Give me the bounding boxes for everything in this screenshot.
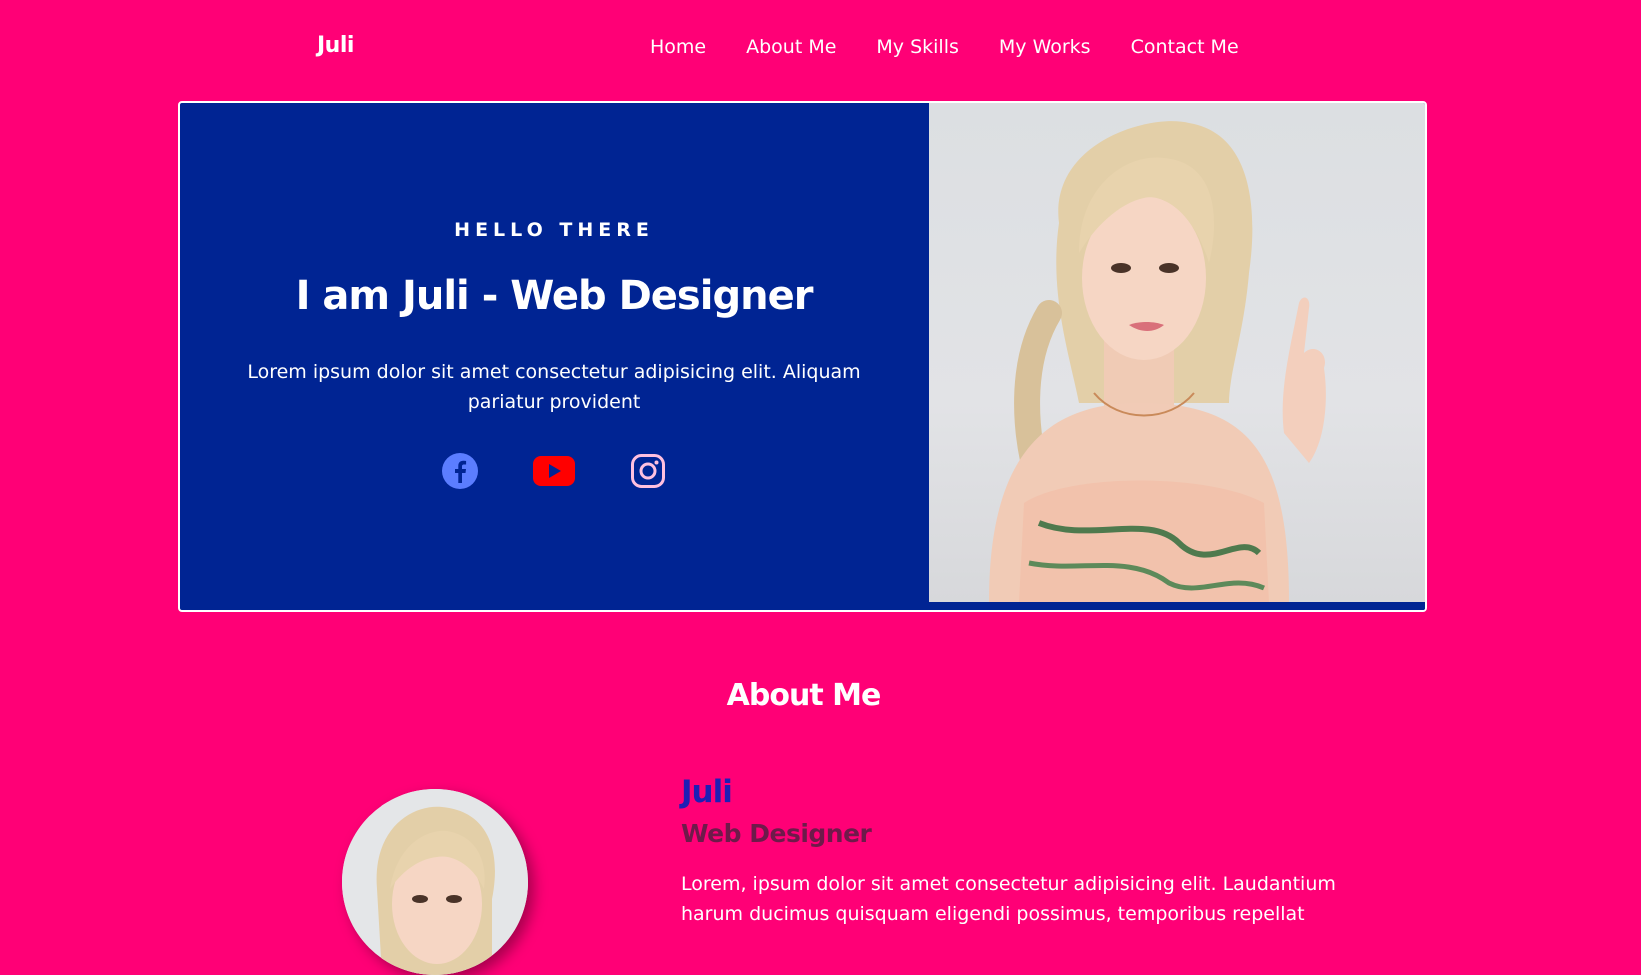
- hero-title: I am Juli - Web Designer: [295, 273, 814, 319]
- hero-intro: HELLO THERE I am Juli - Web Designer Lor…: [180, 103, 928, 610]
- nav-link-about[interactable]: About Me: [746, 36, 836, 58]
- nav-link-skills[interactable]: My Skills: [876, 36, 958, 58]
- site-logo[interactable]: Juli: [317, 33, 354, 58]
- hero-portrait-photo: [929, 103, 1425, 602]
- facebook-icon[interactable]: [438, 449, 482, 493]
- main-nav: Home About Me My Skills My Works Contact…: [650, 36, 1279, 58]
- about-role: Web Designer: [681, 819, 872, 848]
- youtube-icon[interactable]: [532, 449, 576, 493]
- nav-link-home[interactable]: Home: [650, 36, 706, 58]
- instagram-icon[interactable]: [626, 449, 670, 493]
- hero-description: Lorem ipsum dolor sit amet consectetur a…: [247, 361, 861, 413]
- about-avatar: [342, 789, 528, 975]
- nav-link-works[interactable]: My Works: [999, 36, 1091, 58]
- about-name: Juli: [681, 774, 733, 810]
- social-links: [180, 449, 928, 493]
- hero-eyebrow: HELLO THERE: [454, 219, 654, 241]
- hero-photo-accent-bar: [929, 602, 1425, 610]
- about-description: Lorem, ipsum dolor sit amet consectetur …: [681, 873, 1336, 925]
- about-heading: About Me: [726, 678, 882, 713]
- hero-card: HELLO THERE I am Juli - Web Designer Lor…: [178, 101, 1427, 612]
- nav-link-contact[interactable]: Contact Me: [1131, 36, 1239, 58]
